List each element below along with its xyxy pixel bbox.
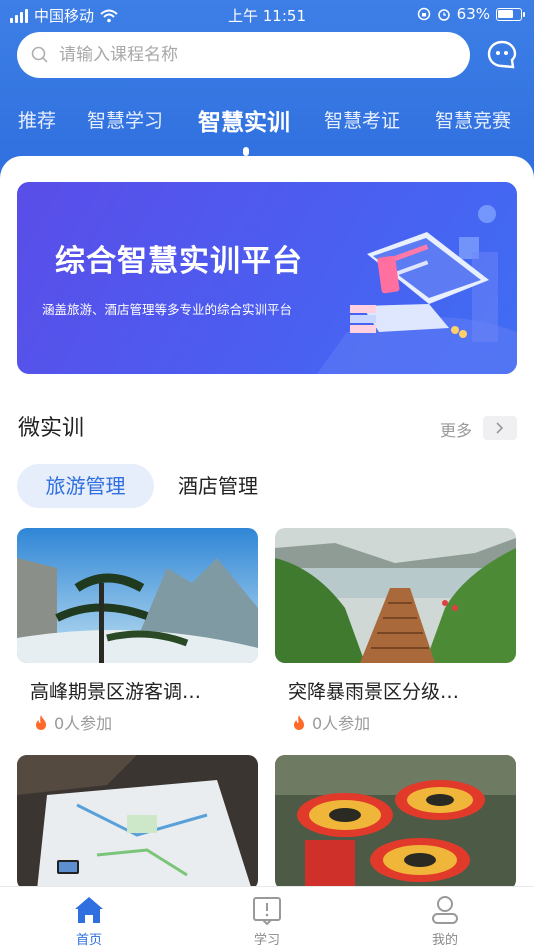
course-card[interactable]: [17, 755, 258, 886]
tab-smart-training[interactable]: 智慧实训: [198, 103, 290, 137]
course-image-mountain: [17, 528, 258, 663]
book-icon: [253, 897, 281, 925]
participant-count: 0人参加: [312, 714, 371, 733]
course-card[interactable]: 突降暴雨景区分级… 0人参加: [275, 528, 516, 734]
banner-title: 综合智慧实训平台: [55, 244, 303, 279]
alarm-icon: [437, 9, 450, 21]
search-icon: [31, 46, 48, 63]
main-content: 综合智慧实训平台 涵盖旅游、酒店管理等多专业的综合实训平台 微实训 更多 旅游管…: [0, 156, 534, 886]
nav-profile[interactable]: 我的: [400, 895, 490, 948]
more-button[interactable]: [483, 416, 517, 440]
chevron-right-icon: [496, 422, 504, 434]
tab-smart-certification[interactable]: 智慧考证: [324, 106, 400, 133]
top-tabs: 推荐 智慧学习 智慧实训 智慧考证 智慧竞赛: [0, 106, 534, 146]
rotation-lock-icon: [417, 7, 430, 21]
tab-recommend[interactable]: 推荐: [18, 106, 56, 133]
nav-home-label: 首页: [75, 933, 102, 948]
banner-subtitle: 涵盖旅游、酒店管理等多专业的综合实训平台: [42, 302, 293, 317]
more-link[interactable]: 更多: [440, 417, 472, 441]
header: 中国移动 上午 11:51 63% 请输入课程名称 推荐 智慧学习 智慧实训 智…: [0, 0, 534, 180]
tab-smart-learning[interactable]: 智慧学习: [87, 106, 163, 133]
nav-study-label: 学习: [253, 933, 280, 948]
category-hotel[interactable]: 酒店管理: [178, 464, 258, 508]
course-image-map: [17, 755, 258, 886]
bottom-nav: 首页 学习 我的: [0, 886, 534, 950]
course-title: 突降暴雨景区分级…: [288, 681, 460, 703]
fire-icon: [36, 714, 46, 730]
course-title: 高峰期景区游客调…: [30, 681, 202, 703]
nav-profile-label: 我的: [431, 933, 458, 948]
battery-icon: [496, 7, 525, 21]
section-title: 微实训: [18, 416, 85, 441]
tab-smart-competition[interactable]: 智慧竞赛: [435, 106, 511, 133]
promo-banner[interactable]: 综合智慧实训平台 涵盖旅游、酒店管理等多专业的综合实训平台: [17, 182, 517, 374]
status-bar: 中国移动 上午 11:51 63%: [0, 0, 534, 28]
course-image-lake: [275, 528, 516, 663]
active-tab-indicator: [243, 147, 249, 156]
user-icon: [432, 896, 458, 924]
nav-home[interactable]: 首页: [44, 895, 134, 948]
home-icon: [75, 897, 103, 923]
course-card[interactable]: [275, 755, 516, 886]
participant-count: 0人参加: [54, 714, 113, 733]
category-tourism[interactable]: 旅游管理: [17, 464, 154, 508]
course-image-festival: [275, 755, 516, 886]
search-bar[interactable]: [17, 32, 470, 78]
chat-bot-icon[interactable]: [486, 39, 518, 71]
nav-study[interactable]: 学习: [222, 895, 312, 948]
course-card[interactable]: 高峰期景区游客调… 0人参加: [17, 528, 258, 734]
fire-icon: [294, 714, 304, 730]
search-input[interactable]: [59, 45, 439, 65]
battery-label: 63%: [456, 5, 490, 23]
